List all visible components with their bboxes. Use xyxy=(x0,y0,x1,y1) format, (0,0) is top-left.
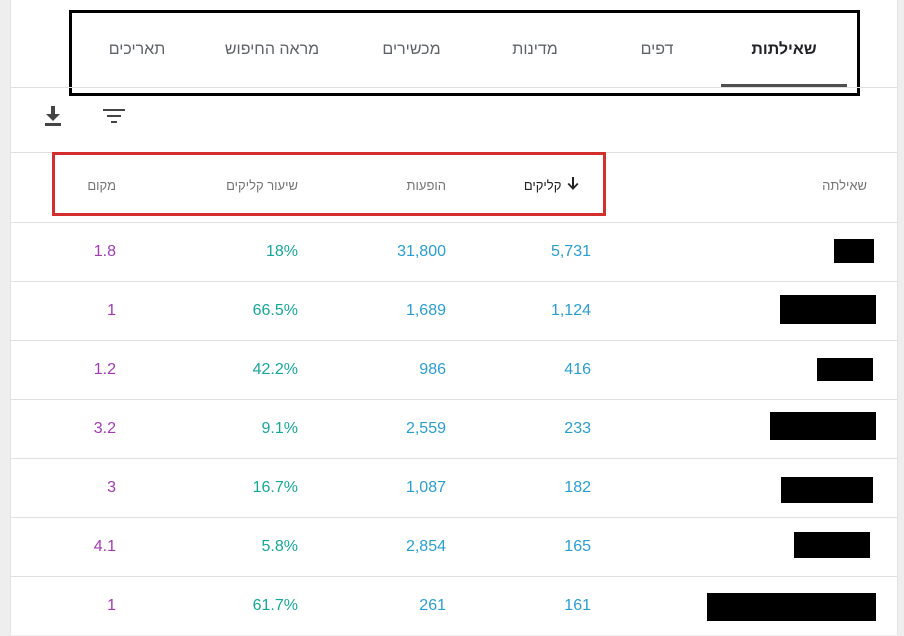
ctr-cell: 16.7% xyxy=(252,479,298,496)
dimension-tabs: שאילתות דפים מדינות מכשירים מראה החיפוש … xyxy=(69,10,860,96)
position-cell: 1.2 xyxy=(93,361,116,378)
ctr-cell: 5.8% xyxy=(261,538,298,555)
tab-dates[interactable]: תאריכים xyxy=(87,13,187,87)
redacted-query xyxy=(781,477,873,503)
impressions-cell: 986 xyxy=(419,361,446,378)
position-cell: 1 xyxy=(107,597,116,614)
filter-icon xyxy=(103,109,125,123)
tab-pages[interactable]: דפים xyxy=(612,13,702,87)
tab-devices[interactable]: מכשירים xyxy=(349,13,474,87)
redacted-query xyxy=(794,532,870,558)
table-row[interactable]: 1,124 1,689 66.5% 1 xyxy=(11,282,897,341)
header-impressions[interactable]: הופעות xyxy=(407,174,446,198)
tab-countries[interactable]: מדינות xyxy=(480,13,590,87)
tab-search-appearance[interactable]: מראה החיפוש xyxy=(192,13,352,87)
redacted-query xyxy=(834,239,874,263)
table-row[interactable]: 161 261 61.7% 1 xyxy=(11,577,897,636)
clicks-cell: 416 xyxy=(564,361,591,378)
impressions-cell: 2,854 xyxy=(405,538,446,555)
position-cell: 1 xyxy=(107,302,116,319)
redacted-query xyxy=(780,295,876,324)
header-ctr[interactable]: שיעור קליקים xyxy=(226,174,298,198)
impressions-cell: 2,559 xyxy=(405,420,446,437)
position-cell: 3.2 xyxy=(93,420,116,437)
filter-button[interactable] xyxy=(100,102,128,130)
table-row[interactable]: 182 1,087 16.7% 3 xyxy=(11,459,897,518)
clicks-cell: 165 xyxy=(564,538,591,555)
clicks-cell: 161 xyxy=(564,597,591,614)
performance-card: שאילתות דפים מדינות מכשירים מראה החיפוש … xyxy=(10,0,898,635)
impressions-cell: 1,689 xyxy=(405,302,446,319)
table-row[interactable]: 165 2,854 5.8% 4.1 xyxy=(11,518,897,577)
arrow-down-icon xyxy=(567,177,579,190)
ctr-cell: 66.5% xyxy=(252,302,298,319)
redacted-query xyxy=(770,412,876,440)
download-button[interactable] xyxy=(39,102,67,130)
table-row[interactable]: 233 2,559 9.1% 3.2 xyxy=(11,400,897,459)
impressions-cell: 1,087 xyxy=(405,479,446,496)
ctr-cell: 61.7% xyxy=(252,597,298,614)
header-clicks[interactable]: קליקים xyxy=(524,174,591,198)
header-position[interactable]: מקום xyxy=(87,174,116,198)
redacted-query xyxy=(707,593,876,621)
ctr-cell: 42.2% xyxy=(252,361,298,378)
download-icon xyxy=(45,106,61,126)
header-query[interactable]: שאילתה xyxy=(822,174,867,198)
ctr-cell: 18% xyxy=(265,243,298,260)
table-row[interactable]: 416 986 42.2% 1.2 xyxy=(11,341,897,400)
clicks-cell: 182 xyxy=(564,479,591,496)
position-cell: 4.1 xyxy=(93,538,116,555)
impressions-cell: 261 xyxy=(419,597,446,614)
clicks-cell: 5,731 xyxy=(550,243,591,260)
ctr-cell: 9.1% xyxy=(261,420,298,437)
header-clicks-label: קליקים xyxy=(523,178,562,193)
position-cell: 3 xyxy=(107,479,116,496)
clicks-cell: 1,124 xyxy=(550,302,591,319)
impressions-cell: 31,800 xyxy=(397,243,446,260)
clicks-cell: 233 xyxy=(564,420,591,437)
position-cell: 1.8 xyxy=(93,243,116,260)
redacted-query xyxy=(817,358,873,381)
tabs-divider xyxy=(11,87,897,88)
tab-queries[interactable]: שאילתות xyxy=(721,13,847,87)
table-row[interactable]: 5,731 31,800 18% 1.8 xyxy=(11,223,897,282)
